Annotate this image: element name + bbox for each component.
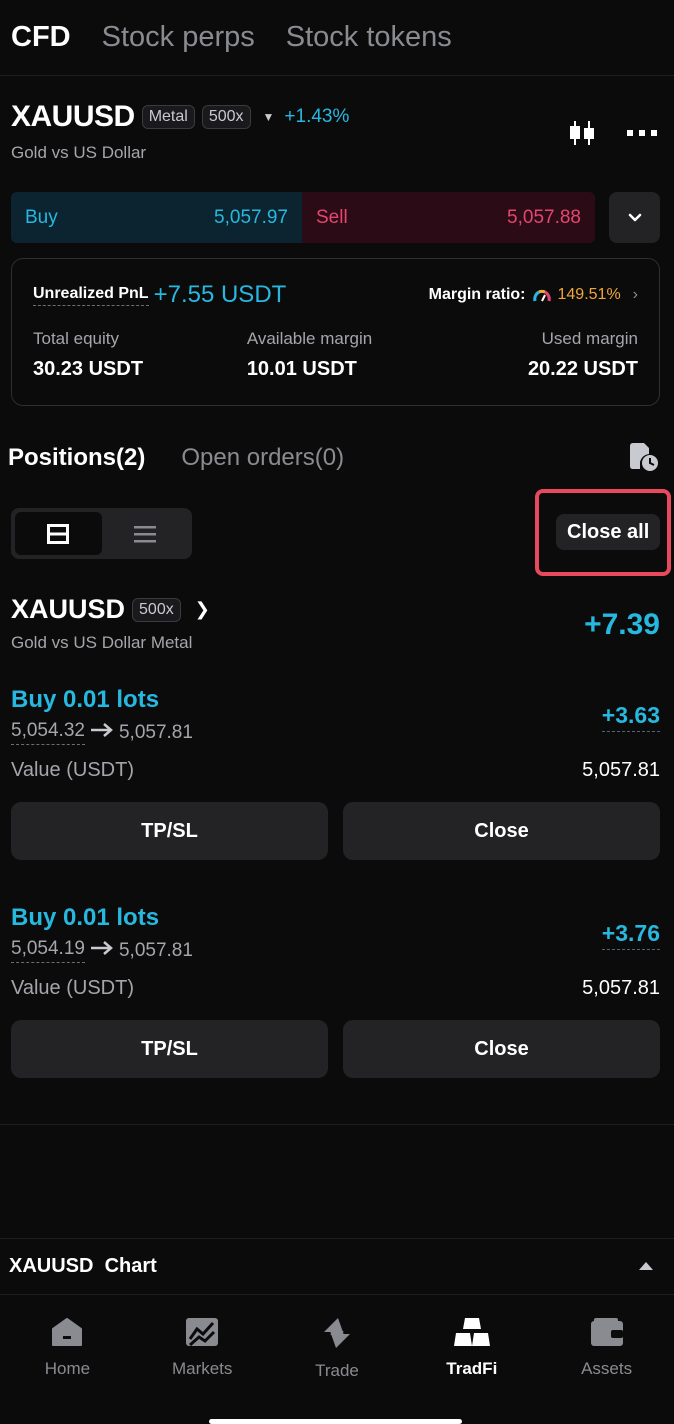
nav-assets[interactable]: Assets (539, 1295, 674, 1424)
value-label: Value (USDT) (11, 977, 134, 999)
more-icon[interactable] (627, 129, 657, 137)
position-group-header: XAUUSD 500x ❯ Gold vs US Dollar Metal +7… (11, 594, 660, 658)
markets-icon (186, 1318, 219, 1347)
tab-open-orders[interactable]: Open orders(0) (181, 444, 344, 472)
position-pnl[interactable]: +3.63 (601, 702, 660, 732)
position-title: Buy 0.01 lots (11, 904, 160, 931)
tpsl-button[interactable]: TP/SL (11, 802, 328, 860)
close-all-button[interactable]: Close all (556, 514, 661, 550)
buy-label: Buy (25, 206, 58, 228)
used-margin-value: 20.22 USDT (527, 358, 638, 380)
total-equity-value: 30.23 USDT (33, 358, 144, 380)
used-margin-label: Used margin (541, 329, 638, 348)
available-margin-value: 10.01 USDT (246, 358, 357, 380)
tradfi-icon (453, 1318, 490, 1346)
trade-icon (323, 1318, 350, 1348)
margin-ratio-value: 149.51% (557, 286, 621, 303)
value-amount: 5,057.81 (582, 759, 660, 781)
current-price: 5,057.81 (118, 721, 193, 743)
nav-tradfi[interactable]: TradFi (404, 1295, 539, 1424)
account-summary-card: Unrealized PnL +7.55 USDT Margin ratio: … (11, 258, 660, 406)
total-equity-label: Total equity (33, 329, 119, 348)
arrow-right-icon (90, 722, 114, 744)
current-price: 5,057.81 (118, 939, 193, 961)
value-amount: 5,057.81 (582, 977, 660, 999)
home-icon (52, 1318, 83, 1346)
sell-quote-button[interactable]: Sell 5,057.88 (302, 192, 595, 243)
position-card: Buy 0.01 lots 5,054.32 5,057.81 +3.63 Va… (11, 686, 660, 866)
sell-label: Sell (316, 206, 348, 228)
history-icon[interactable] (628, 442, 660, 477)
group-pnl: +7.39 (584, 608, 660, 641)
position-title: Buy 0.01 lots (11, 686, 160, 713)
leverage-chip[interactable]: 500x (201, 105, 251, 129)
available-margin-label: Available margin (246, 329, 373, 348)
unrealized-pnl-value: +7.55 USDT (153, 281, 287, 308)
buy-price: 5,057.97 (214, 206, 288, 228)
chevron-right-icon: › (632, 286, 638, 303)
unrealized-pnl-label[interactable]: Unrealized PnL (33, 285, 149, 306)
nav-markets-label: Markets (171, 1359, 233, 1378)
nav-tradfi-label: TradFi (446, 1359, 498, 1378)
gauge-icon (532, 289, 551, 302)
nav-assets-label: Assets (581, 1359, 633, 1378)
tab-cfd[interactable]: CFD (11, 21, 71, 54)
value-label: Value (USDT) (11, 759, 134, 781)
sell-price: 5,057.88 (507, 206, 581, 228)
symbol-dropdown-icon[interactable]: ▼ (263, 110, 275, 124)
tab-stock-tokens[interactable]: Stock tokens (286, 21, 452, 54)
total-equity: Total equity 30.23 USDT (33, 329, 143, 381)
chart-toggle-bar[interactable]: XAUUSD Chart (0, 1238, 674, 1293)
close-position-button[interactable]: Close (343, 802, 660, 860)
position-pnl[interactable]: +3.76 (601, 920, 660, 950)
chevron-right-icon[interactable]: ❯ (195, 599, 210, 620)
available-margin: Available margin 10.01 USDT (247, 329, 372, 381)
quote-bar: Buy 5,057.97 Sell 5,057.88 (11, 192, 595, 243)
tab-positions[interactable]: Positions(2) (8, 444, 145, 472)
home-indicator (209, 1419, 462, 1424)
tab-stock-perps[interactable]: Stock perps (102, 21, 255, 54)
symbol-name[interactable]: XAUUSD (11, 100, 135, 134)
position-card: Buy 0.01 lots 5,054.19 5,057.81 +3.76 Va… (11, 904, 660, 1084)
positions-tab-bar: Positions(2) Open orders(0) (8, 440, 660, 476)
close-position-button[interactable]: Close (343, 1020, 660, 1078)
top-tab-bar: CFD Stock perps Stock tokens (0, 0, 674, 76)
card-view-icon (47, 523, 70, 544)
group-subtitle: Gold vs US Dollar Metal (11, 633, 193, 652)
triangle-up-icon (639, 1262, 653, 1270)
nav-markets[interactable]: Markets (135, 1295, 270, 1424)
group-symbol-name[interactable]: XAUUSD (11, 594, 125, 625)
nav-home[interactable]: Home (0, 1295, 135, 1424)
symbol-header: XAUUSD Metal 500x ▼ +1.43% Gold vs US Do… (11, 100, 663, 170)
entry-price[interactable]: 5,054.19 (11, 938, 85, 963)
arrow-right-icon (90, 940, 114, 962)
section-divider (0, 1124, 674, 1125)
chart-bar-title: XAUUSD Chart (9, 1254, 157, 1277)
change-percent: +1.43% (284, 106, 350, 127)
used-margin: Used margin 20.22 USDT (528, 329, 638, 381)
nav-home-label: Home (44, 1359, 91, 1378)
list-view-icon (133, 525, 156, 542)
assets-icon (590, 1318, 623, 1346)
entry-price[interactable]: 5,054.32 (11, 720, 85, 745)
chevron-down-icon (628, 213, 641, 221)
category-chip: Metal (141, 105, 195, 129)
group-leverage-chip: 500x (132, 597, 181, 622)
margin-ratio-label: Margin ratio: (428, 286, 526, 303)
bottom-nav: Home Markets Trade TradFi Assets (0, 1294, 674, 1424)
buy-quote-button[interactable]: Buy 5,057.97 (11, 192, 302, 243)
margin-ratio[interactable]: Margin ratio: 149.51% › (429, 286, 638, 304)
quote-expand-button[interactable] (609, 192, 660, 243)
nav-trade[interactable]: Trade (270, 1295, 405, 1424)
candlestick-icon[interactable] (567, 118, 597, 148)
list-view-button[interactable] (102, 512, 189, 555)
tpsl-button[interactable]: TP/SL (11, 1020, 328, 1078)
card-view-button[interactable] (15, 512, 102, 555)
view-mode-toggle (11, 508, 192, 559)
nav-trade-label: Trade (315, 1361, 359, 1380)
